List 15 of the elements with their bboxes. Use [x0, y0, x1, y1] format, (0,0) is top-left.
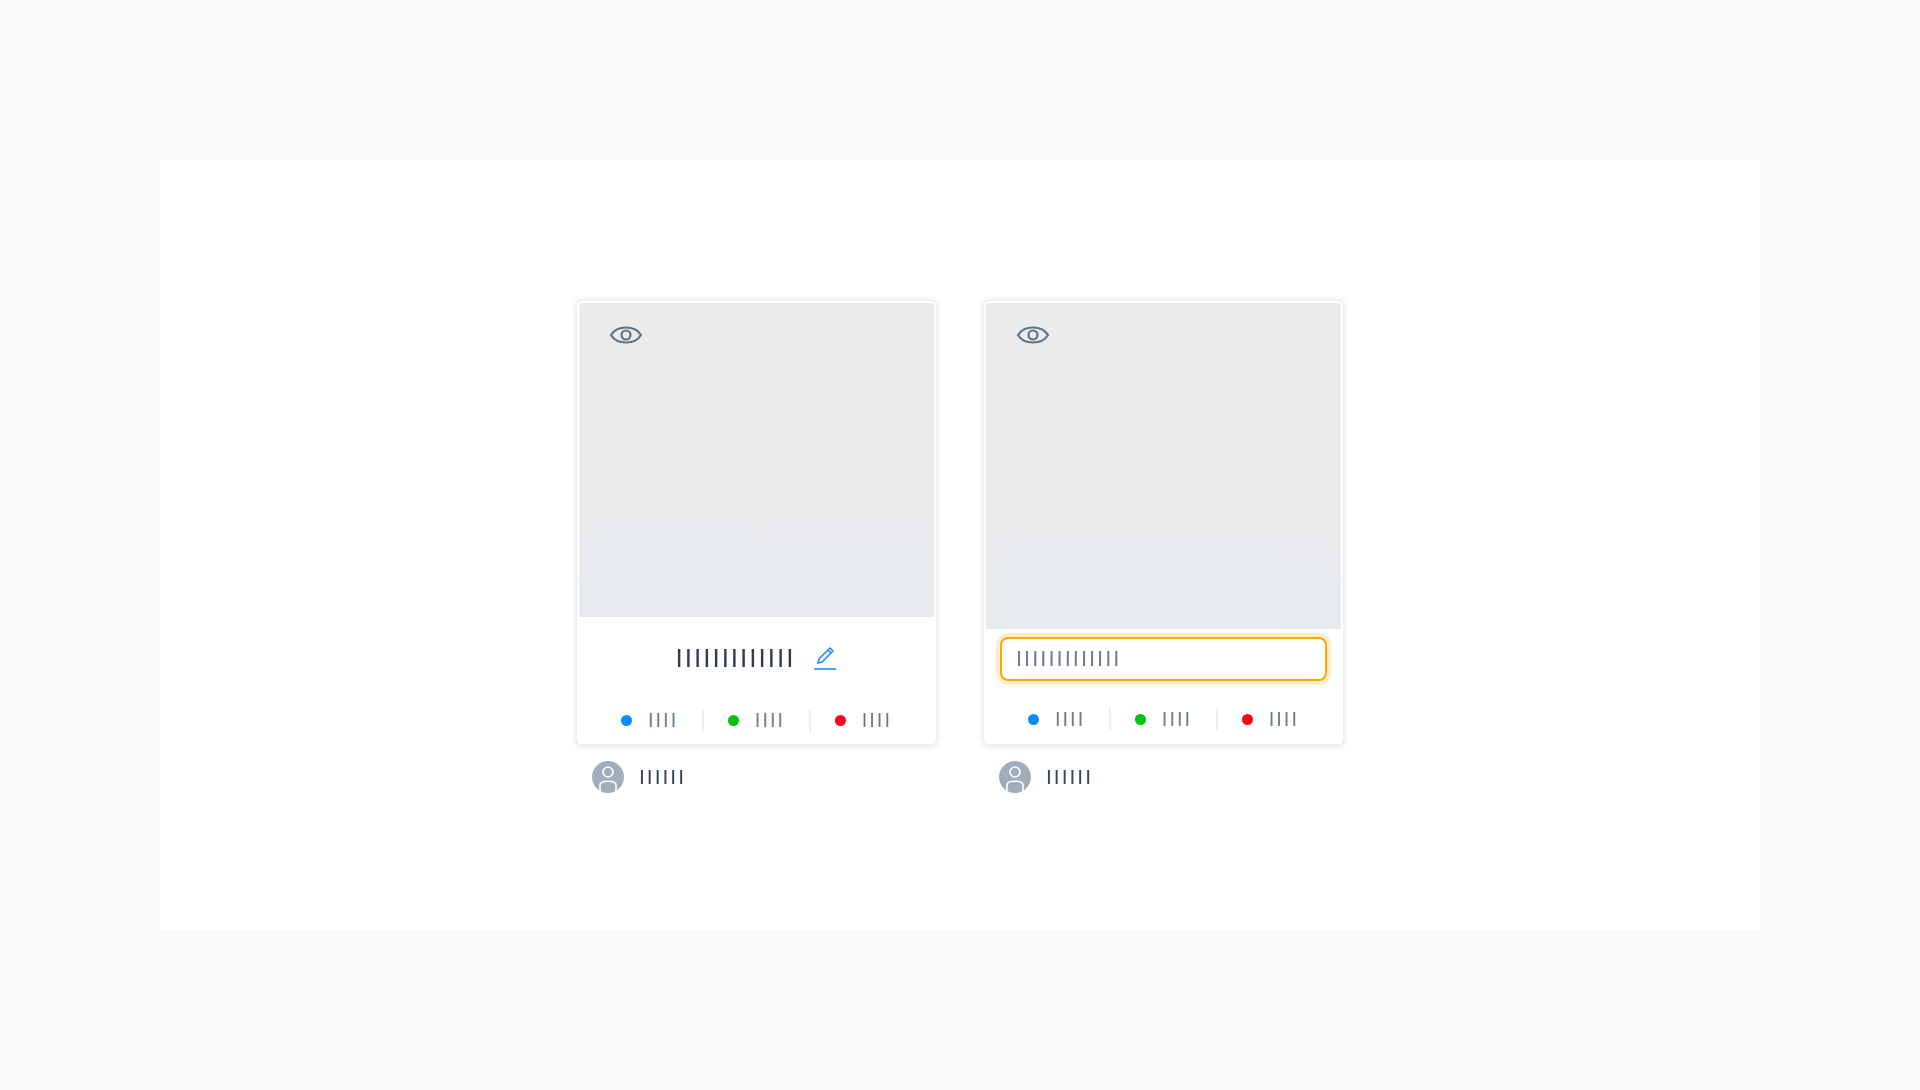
eye-icon[interactable]: [1016, 323, 1050, 347]
stat-label: IIII: [1268, 707, 1299, 731]
stat-label: IIII: [1161, 707, 1193, 731]
author-name: IIIIII: [1046, 765, 1093, 789]
eye-icon[interactable]: [609, 323, 643, 347]
edit-icon[interactable]: [813, 646, 838, 671]
title-input[interactable]: IIIIIIIIIIIII: [1000, 637, 1327, 681]
card-title: IIIIIIIIIIIII: [675, 642, 796, 674]
stat-label: IIII: [754, 709, 786, 733]
author-name: IIIIII: [639, 765, 686, 789]
avatar-icon: [999, 761, 1031, 793]
avatar-icon: [592, 761, 624, 793]
stat-label: IIII: [1055, 707, 1086, 731]
stat-label: IIII: [861, 709, 892, 733]
stat-label: IIII: [648, 709, 679, 733]
